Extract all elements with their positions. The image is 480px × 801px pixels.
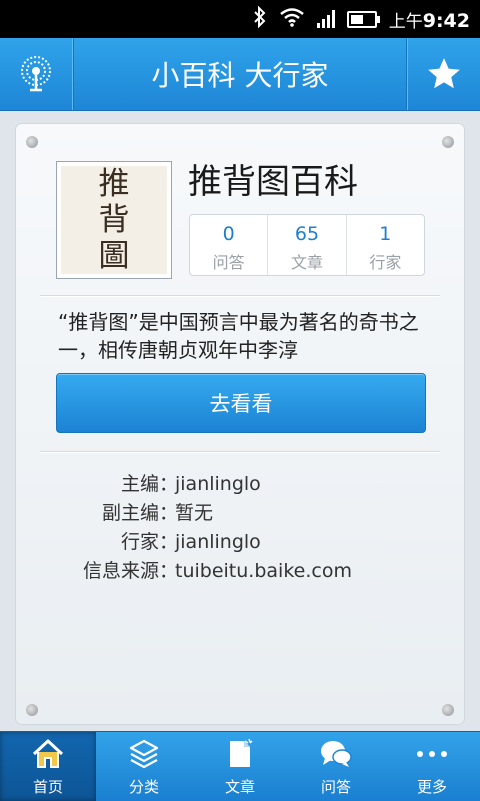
wifi-icon — [279, 7, 305, 31]
chat-bubbles-icon — [318, 736, 354, 772]
rivet-decoration — [26, 704, 38, 716]
document-icon — [222, 736, 258, 772]
app-header: 小百科 大行家 — [0, 38, 480, 111]
home-icon — [30, 736, 66, 772]
status-time: 上午9:42 — [388, 9, 470, 32]
tab-categories[interactable]: 分类 — [96, 732, 192, 801]
rivet-decoration — [442, 136, 454, 148]
bluetooth-icon — [253, 5, 267, 32]
layers-icon — [126, 736, 162, 772]
cell-signal-icon — [316, 10, 335, 28]
encyclopedia-description: “推背图”是中国预言中最为著名的奇书之一，相传唐朝贞观年中李淳 — [58, 310, 419, 362]
status-bar: 上午9:42 — [0, 0, 480, 38]
star-icon — [428, 58, 460, 89]
info-list: 主编： jianlinglo 副主编：暂无 行家： jianlinglo 信息来源：… — [46, 470, 352, 586]
view-button[interactable]: 去看看 — [56, 373, 426, 433]
encyclopedia-card: 推 背 圖 推背图百科 0 问答 65 文章 1 行家 “推背图”是中国预言中最… — [16, 124, 464, 724]
divider — [40, 451, 440, 453]
thumbnail-calligraphy: 推 背 圖 — [61, 166, 167, 274]
tab-qa[interactable]: 问答 — [288, 732, 384, 801]
stats-bar: 0 问答 65 文章 1 行家 — [189, 214, 425, 276]
tab-home[interactable]: 首页 — [0, 732, 96, 801]
encyclopedia-title: 推背图百科 — [188, 162, 358, 202]
battery-icon — [346, 10, 380, 28]
bottom-tab-bar: 首页 分类 文章 问答 更多 — [0, 731, 480, 801]
more-dots-icon — [414, 736, 450, 772]
page-title: 小百科 大行家 — [151, 59, 329, 92]
tab-articles[interactable]: 文章 — [192, 732, 288, 801]
stat-experts[interactable]: 1 行家 — [345, 215, 424, 275]
info-row-source: 信息来源： tuibeitu.baike.com — [82, 560, 352, 582]
logo-button[interactable] — [0, 38, 73, 110]
rivet-decoration — [26, 136, 38, 148]
tree-logo-icon — [21, 56, 51, 92]
info-row-expert: 行家： jianlinglo — [120, 531, 261, 553]
rivet-decoration — [442, 704, 454, 716]
stat-questions[interactable]: 0 问答 — [190, 215, 267, 275]
divider — [40, 295, 440, 297]
info-row-deputy-editor: 副主编：暂无 — [101, 502, 214, 524]
tab-more[interactable]: 更多 — [384, 732, 480, 801]
info-row-editor: 主编： jianlinglo — [120, 473, 261, 495]
stat-articles[interactable]: 65 文章 — [267, 215, 345, 275]
favorite-button[interactable] — [407, 38, 480, 110]
encyclopedia-thumbnail[interactable]: 推 背 圖 — [56, 161, 172, 279]
